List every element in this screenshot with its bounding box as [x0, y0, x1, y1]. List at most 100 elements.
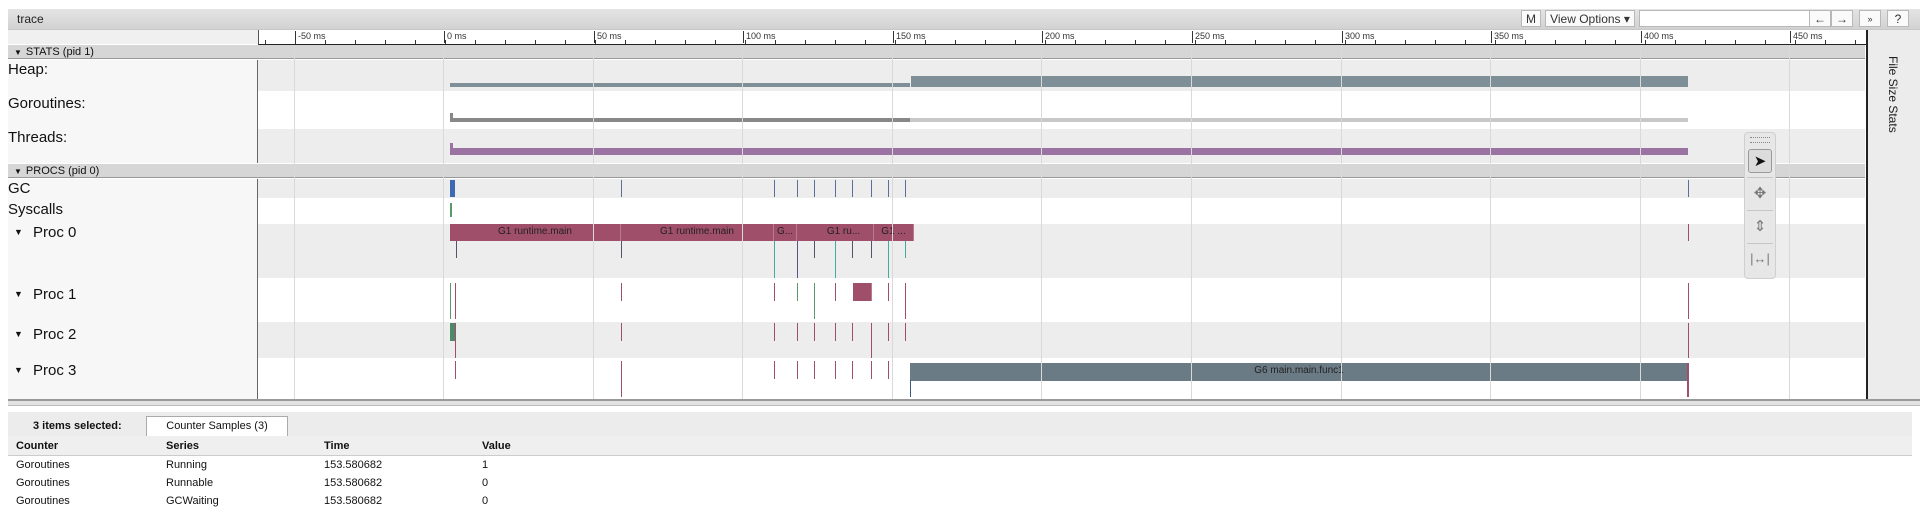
- proc2-track[interactable]: [258, 322, 1865, 359]
- expand-arrow-icon[interactable]: ▼: [14, 289, 23, 299]
- slice-g1[interactable]: G1 runtime.main: [450, 224, 621, 241]
- event-mark[interactable]: [621, 361, 622, 397]
- column-header-counter[interactable]: Counter: [16, 440, 58, 452]
- event-mark[interactable]: [797, 241, 798, 278]
- event-mark[interactable]: [871, 323, 872, 359]
- expand-arrow-icon[interactable]: ▼: [14, 48, 22, 57]
- event-mark[interactable]: [621, 283, 622, 301]
- panel-resize-handle[interactable]: [8, 399, 1920, 406]
- gc-event-mark[interactable]: [774, 180, 775, 197]
- search-input[interactable]: [1639, 10, 1819, 27]
- event-mark[interactable]: [888, 323, 889, 341]
- event-mark[interactable]: [905, 323, 906, 341]
- event-mark[interactable]: [621, 241, 622, 258]
- event-mark[interactable]: [888, 361, 889, 379]
- threads-counter[interactable]: [450, 148, 1688, 155]
- gc-event-mark[interactable]: [814, 180, 815, 197]
- event-mark[interactable]: [905, 283, 906, 319]
- expand-arrow-icon[interactable]: ▼: [14, 227, 23, 237]
- gc-event-mark[interactable]: [871, 180, 872, 197]
- time-ruler[interactable]: -50 ms 0 ms 50 ms 100 ms 150 ms 200 ms 250 ms 3…: [258, 30, 1866, 45]
- event-mark[interactable]: [797, 361, 798, 379]
- event-mark[interactable]: [797, 283, 798, 301]
- event-mark[interactable]: [871, 241, 872, 258]
- heap-track[interactable]: [258, 60, 1865, 91]
- event-mark[interactable]: [835, 361, 836, 379]
- more-button[interactable]: »: [1859, 10, 1881, 27]
- event-mark[interactable]: [1687, 363, 1689, 397]
- event-mark[interactable]: [1688, 224, 1689, 241]
- slice-g1[interactable]: G1 ru...: [814, 224, 874, 241]
- table-row[interactable]: Goroutines GCWaiting 153.580682 0: [8, 492, 1912, 510]
- find-next-button[interactable]: →: [1831, 10, 1853, 27]
- event-mark[interactable]: [456, 241, 457, 258]
- procs-group-header[interactable]: ▼ PROCS (pid 0): [8, 164, 1865, 178]
- expand-arrow-icon[interactable]: ▼: [14, 167, 22, 176]
- stats-group-header[interactable]: ▼ STATS (pid 1): [8, 45, 1865, 59]
- event-mark[interactable]: [621, 323, 622, 341]
- file-size-stats-tab[interactable]: File Size Stats: [1886, 56, 1900, 133]
- event-mark[interactable]: [1688, 323, 1689, 359]
- goroutines-runnable[interactable]: [910, 118, 1688, 122]
- event-mark[interactable]: [814, 323, 815, 341]
- column-header-value[interactable]: Value: [482, 440, 511, 452]
- slice-g6[interactable]: G6 main.main.func1: [910, 363, 1688, 381]
- event-mark[interactable]: [797, 323, 798, 341]
- threads-track[interactable]: [258, 129, 1865, 163]
- expand-arrow-icon[interactable]: ▼: [14, 329, 23, 339]
- slice-g1[interactable]: [853, 283, 872, 301]
- column-header-time[interactable]: Time: [324, 440, 349, 452]
- heap-counter-low[interactable]: [450, 83, 910, 87]
- event-mark[interactable]: [905, 241, 906, 258]
- select-tool-icon[interactable]: ➤: [1748, 149, 1772, 173]
- proc0-track[interactable]: G1 runtime.main G1 runtime.main G... G1 ru.…: [258, 224, 1865, 278]
- gc-event-mark[interactable]: [888, 180, 889, 197]
- syscall-event[interactable]: [450, 203, 452, 217]
- find-previous-button[interactable]: ←: [1809, 10, 1831, 27]
- table-row[interactable]: Goroutines Runnable 153.580682 0: [8, 474, 1912, 492]
- help-button[interactable]: ?: [1887, 10, 1909, 27]
- gc-event[interactable]: [450, 180, 455, 197]
- gc-event-mark[interactable]: [797, 180, 798, 197]
- gc-event-mark[interactable]: [835, 180, 836, 197]
- drag-handle[interactable]: [1750, 137, 1770, 143]
- heap-counter-high[interactable]: [911, 76, 1688, 87]
- metadata-button[interactable]: M: [1521, 10, 1541, 27]
- event-mark[interactable]: [774, 361, 775, 379]
- event-mark[interactable]: [888, 241, 889, 278]
- timing-tool-icon[interactable]: |↔|: [1748, 247, 1772, 271]
- event-mark[interactable]: [871, 361, 872, 379]
- event-mark[interactable]: [774, 283, 775, 301]
- gc-track[interactable]: [258, 179, 1865, 198]
- gc-event-mark[interactable]: [621, 180, 622, 197]
- event-mark[interactable]: [910, 380, 911, 397]
- view-options-button[interactable]: View Options ▾: [1545, 10, 1635, 27]
- event-mark[interactable]: [852, 361, 853, 379]
- event-mark[interactable]: [835, 323, 836, 341]
- event-mark[interactable]: [835, 241, 836, 278]
- event-mark[interactable]: [774, 323, 775, 341]
- event-mark[interactable]: [455, 323, 456, 359]
- goroutines-running[interactable]: [450, 118, 910, 122]
- tab-counter-samples[interactable]: Counter Samples (3): [146, 416, 288, 436]
- goroutines-track[interactable]: [258, 91, 1865, 129]
- event-mark[interactable]: [455, 283, 456, 319]
- mouse-mode-toolbox[interactable]: ➤ ✥ ⇕ |↔|: [1744, 132, 1776, 279]
- gc-event-mark[interactable]: [852, 180, 853, 197]
- slice-g1[interactable]: G1 runtime.main: [621, 224, 774, 241]
- pan-tool-icon[interactable]: ✥: [1748, 182, 1772, 206]
- proc3-track[interactable]: G6 main.main.func1: [258, 358, 1865, 399]
- event-mark[interactable]: [1688, 283, 1689, 319]
- event-mark[interactable]: [814, 241, 815, 258]
- column-header-series[interactable]: Series: [166, 440, 199, 452]
- expand-arrow-icon[interactable]: ▼: [14, 365, 23, 375]
- event-mark[interactable]: [852, 323, 853, 341]
- slice-g1[interactable]: G...: [774, 224, 797, 241]
- side-panel[interactable]: File Size Stats: [1866, 30, 1920, 400]
- gc-event-mark[interactable]: [905, 180, 906, 197]
- event-mark[interactable]: [835, 283, 836, 301]
- event-mark[interactable]: [455, 361, 456, 379]
- event-mark[interactable]: [814, 283, 815, 319]
- slice-g1[interactable]: G1 ...: [874, 224, 914, 241]
- event-mark[interactable]: [450, 283, 451, 319]
